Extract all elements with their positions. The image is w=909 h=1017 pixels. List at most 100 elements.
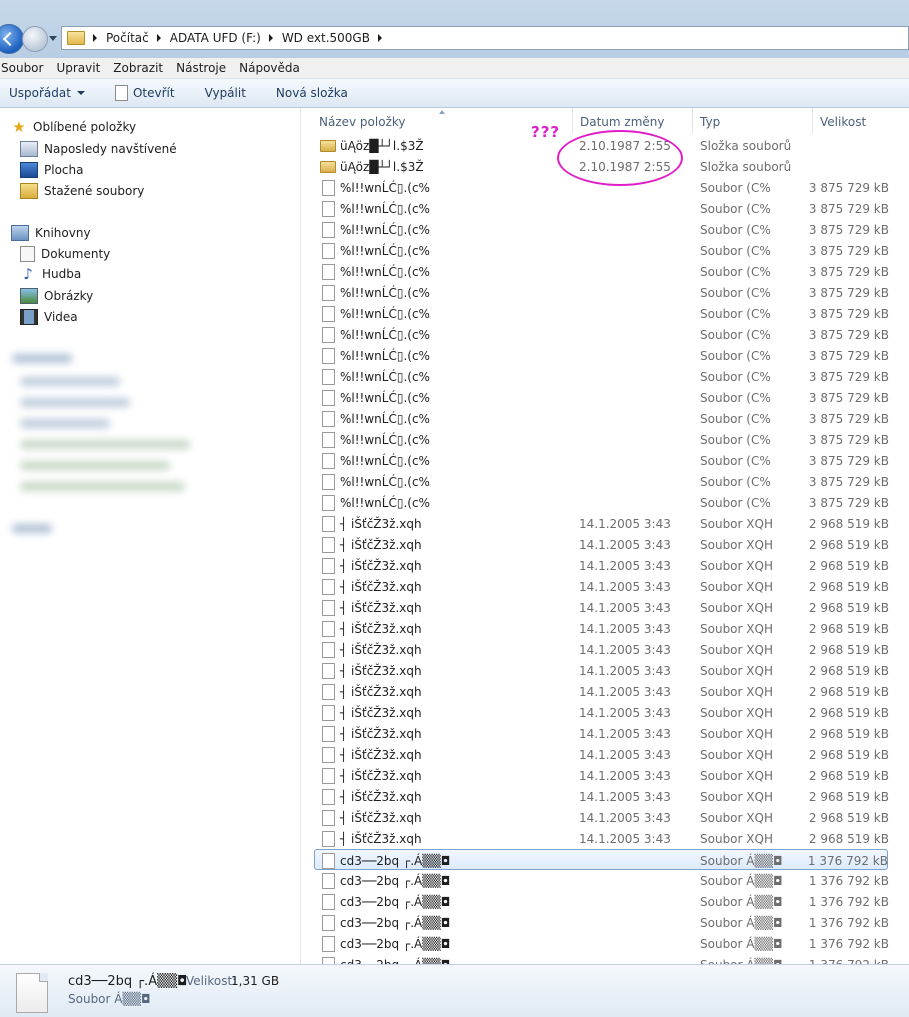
breadcrumb-computer[interactable]: Počítač	[106, 31, 149, 45]
file-row[interactable]: ┤ iŠťčŽ3ž.xqh 14.1.2005 3:43 Soubor XQH 2 9…	[315, 681, 889, 702]
nav-videos[interactable]: Videa	[20, 309, 78, 325]
nav-desktop[interactable]: Plocha	[20, 162, 83, 178]
breadcrumb-folder[interactable]: WD ext.500GB	[282, 31, 370, 45]
file-row[interactable]: cd3──2bq ┌.Á▒▒◘Soubor Á▒▒◘1 376 792 kB	[315, 933, 889, 954]
recent-pages-dropdown-icon[interactable]	[49, 36, 57, 41]
folder-icon	[320, 140, 336, 152]
file-row[interactable]: ┤ iŠťčŽ3ž.xqh 14.1.2005 3:43 Soubor XQH 2 9…	[315, 723, 889, 744]
file-row[interactable]: %l!!wnĹĆ▯.(c% Soubor (C% 3 875 729 kB	[315, 387, 889, 408]
file-row[interactable]: %l!!wnĹĆ▯.(c% Soubor (C% 3 875 729 kB	[315, 198, 889, 219]
file-type: Soubor (C%	[700, 391, 771, 405]
file-row[interactable]: %l!!wnĹĆ▯.(c% Soubor (C% 3 875 729 kB	[315, 345, 889, 366]
file-row[interactable]: cd3──2bq ┌.Á▒▒◘Soubor Á▒▒◘1 376 792 kB	[315, 954, 889, 964]
chevron-right-icon[interactable]	[93, 34, 97, 42]
file-row[interactable]: ┤ iŠťčŽ3ž.xqh 14.1.2005 3:43 Soubor XQH 2 9…	[315, 534, 889, 555]
menu-file[interactable]: Soubor	[0, 61, 48, 75]
file-name: %l!!wnĹĆ▯.(c%	[340, 328, 430, 342]
file-row[interactable]: %l!!wnĹĆ▯.(c% Soubor (C% 3 875 729 kB	[315, 450, 889, 471]
menu-help[interactable]: Nápověda	[238, 61, 305, 75]
file-row[interactable]: %l!!wnĹĆ▯.(c% Soubor (C% 3 875 729 kB	[315, 219, 889, 240]
nav-music[interactable]: ♪ Hudba	[20, 267, 81, 282]
file-icon	[322, 264, 335, 280]
file-icon	[322, 390, 335, 406]
file-type: Soubor XQH	[700, 748, 773, 762]
file-row[interactable]: %l!!wnĹĆ▯.(c% Soubor (C% 3 875 729 kB	[315, 240, 889, 261]
file-size: 2 968 519 kB	[808, 622, 889, 636]
file-type: Soubor Á▒▒◘	[700, 895, 783, 909]
file-row[interactable]: %l!!wnĹĆ▯.(c% Soubor (C% 3 875 729 kB	[315, 303, 889, 324]
file-type: Soubor (C%	[700, 202, 771, 216]
address-box[interactable]: Počítač ADATA UFD (F:) WD ext.500GB	[61, 26, 909, 50]
chevron-right-icon[interactable]	[156, 34, 161, 42]
file-row[interactable]: ┤ iŠťčŽ3ž.xqh 14.1.2005 3:43 Soubor XQH 2 9…	[315, 576, 889, 597]
file-name: ┤ iŠťčŽ3ž.xqh	[340, 643, 422, 657]
file-row[interactable]: ┤ iŠťčŽ3ž.xqh 14.1.2005 3:43 Soubor XQH 2 9…	[315, 513, 889, 534]
file-row[interactable]: cd3──2bq ┌.Á▒▒◘Soubor Á▒▒◘1 376 792 kB	[315, 870, 889, 891]
nav-libraries[interactable]: Knihovny	[11, 225, 91, 241]
chevron-right-icon[interactable]	[377, 34, 382, 42]
file-row[interactable]: %l!!wnĹĆ▯.(c% Soubor (C% 3 875 729 kB	[315, 429, 889, 450]
file-type: Soubor (C%	[700, 265, 771, 279]
folder-icon	[67, 31, 85, 45]
file-name: %l!!wnĹĆ▯.(c%	[340, 244, 430, 258]
file-row[interactable]: cd3──2bq ┌.Á▒▒◘Soubor Á▒▒◘1 376 792 kB	[315, 912, 889, 933]
file-row[interactable]: ┤ iŠťčŽ3ž.xqh 14.1.2005 3:43 Soubor XQH 2 9…	[315, 744, 889, 765]
file-row[interactable]: %l!!wnĹĆ▯.(c% Soubor (C% 3 875 729 kB	[315, 408, 889, 429]
file-row[interactable]: ┤ iŠťčŽ3ž.xqh 14.1.2005 3:43 Soubor XQH 2 9…	[315, 555, 889, 576]
column-type[interactable]: Typ	[700, 115, 720, 129]
file-row[interactable]: ┤ iŠťčŽ3ž.xqh 14.1.2005 3:43 Soubor XQH 2 9…	[315, 807, 889, 828]
file-row[interactable]: cd3──2bq ┌.Á▒▒◘Soubor Á▒▒◘1 376 792 kB	[315, 891, 889, 912]
breadcrumb-drive[interactable]: ADATA UFD (F:)	[170, 31, 261, 45]
file-name: ┤ iŠťčŽ3ž.xqh	[340, 748, 422, 762]
documents-icon	[20, 246, 35, 262]
file-row[interactable]: %l!!wnĹĆ▯.(c% Soubor (C% 3 875 729 kB	[315, 471, 889, 492]
column-date[interactable]: Datum změny	[580, 115, 665, 129]
menu-tools[interactable]: Nástroje	[175, 61, 231, 75]
file-name: ┤ iŠťčŽ3ž.xqh	[340, 538, 422, 552]
file-row[interactable]: ┤ iŠťčŽ3ž.xqh 14.1.2005 3:43 Soubor XQH 2 9…	[315, 639, 889, 660]
column-divider[interactable]	[692, 108, 693, 134]
file-type: Soubor Á▒▒◘	[700, 874, 783, 888]
file-row[interactable]: ┤ iŠťčŽ3ž.xqh 14.1.2005 3:43 Soubor XQH 2 9…	[315, 702, 889, 723]
file-size: 2 968 519 kB	[808, 601, 889, 615]
file-row[interactable]: %l!!wnĹĆ▯.(c% Soubor (C% 3 875 729 kB	[315, 366, 889, 387]
column-divider[interactable]	[812, 108, 813, 134]
file-row[interactable]: ┤ iŠťčŽ3ž.xqh 14.1.2005 3:43 Soubor XQH 2 9…	[315, 660, 889, 681]
file-row[interactable]: ┤ iŠťčŽ3ž.xqh 14.1.2005 3:43 Soubor XQH 2 9…	[315, 828, 889, 849]
file-row[interactable]: ┤ iŠťčŽ3ž.xqh 14.1.2005 3:43 Soubor XQH 2 9…	[315, 618, 889, 639]
column-name[interactable]: Název položky	[319, 115, 405, 129]
forward-button-icon[interactable]	[22, 26, 48, 52]
file-icon	[322, 957, 335, 964]
file-name: üĄöz█┴┘l.$3Ž	[340, 139, 424, 153]
file-row[interactable]: cd3──2bq ┌.Á▒▒◘Soubor Á▒▒◘1 376 792 kB	[314, 849, 888, 870]
chevron-right-icon[interactable]	[268, 34, 273, 42]
file-row[interactable]: ┤ iŠťčŽ3ž.xqh 14.1.2005 3:43 Soubor XQH 2 9…	[315, 597, 889, 618]
file-type: Soubor XQH	[700, 643, 773, 657]
nav-recent-places[interactable]: Naposledy navštívené	[20, 141, 177, 157]
nav-downloads[interactable]: Stažené soubory	[20, 183, 144, 199]
open-button[interactable]: Otevřít	[114, 85, 175, 101]
column-divider[interactable]	[572, 108, 573, 134]
file-date: 14.1.2005 3:43	[579, 727, 671, 741]
nav-documents[interactable]: Dokumenty	[20, 246, 110, 262]
desktop-icon	[20, 162, 38, 178]
file-row[interactable]: %l!!wnĹĆ▯.(c% Soubor (C% 3 875 729 kB	[315, 282, 889, 303]
new-folder-button[interactable]: Nová složka	[276, 86, 348, 100]
burn-button[interactable]: Vypálit	[205, 86, 246, 100]
nav-pictures[interactable]: Obrázky	[20, 288, 93, 304]
file-icon	[322, 810, 335, 826]
organize-button[interactable]: Uspořádat	[9, 86, 85, 100]
file-row[interactable]: ┤ iŠťčŽ3ž.xqh 14.1.2005 3:43 Soubor XQH 2 9…	[315, 765, 889, 786]
file-size: 1 376 792 kB	[808, 937, 889, 951]
file-row[interactable]: %l!!wnĹĆ▯.(c% Soubor (C% 3 875 729 kB	[315, 261, 889, 282]
file-type: Soubor XQH	[700, 727, 773, 741]
file-row[interactable]: %l!!wnĹĆ▯.(c% Soubor (C% 3 875 729 kB	[315, 324, 889, 345]
file-row[interactable]: %l!!wnĹĆ▯.(c% Soubor (C% 3 875 729 kB	[315, 492, 889, 513]
menu-view[interactable]: Zobrazit	[112, 61, 168, 75]
column-size[interactable]: Velikost	[820, 115, 866, 129]
file-row[interactable]: ┤ iŠťčŽ3ž.xqh 14.1.2005 3:43 Soubor XQH 2 9…	[315, 786, 889, 807]
back-button-icon[interactable]	[0, 24, 24, 54]
file-icon	[322, 915, 335, 931]
menu-edit[interactable]: Upravit	[55, 61, 105, 75]
nav-favorites[interactable]: ★ Oblíbené položky	[11, 120, 136, 135]
